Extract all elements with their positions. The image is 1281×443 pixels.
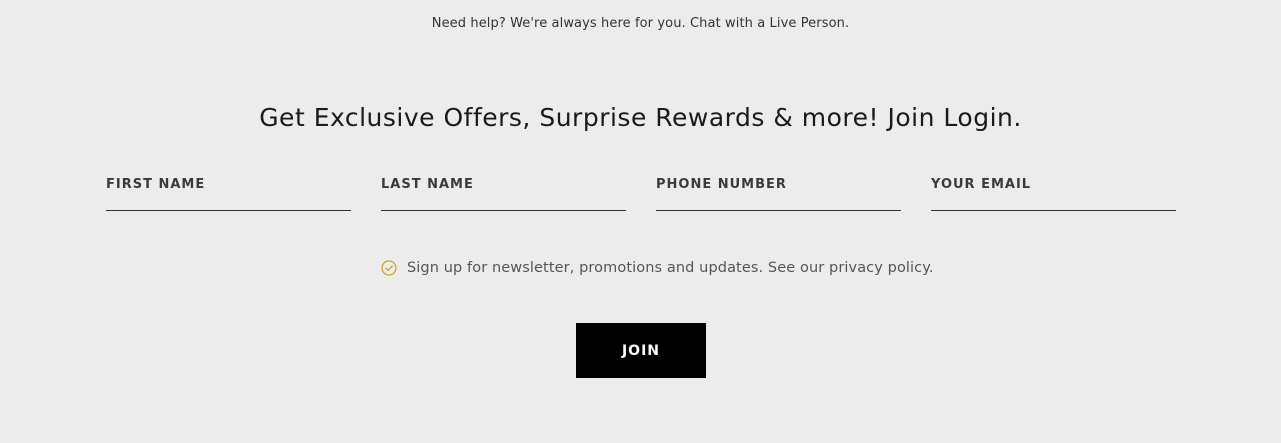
signup-form-fields bbox=[106, 172, 1176, 212]
check-circle-icon[interactable] bbox=[381, 260, 397, 276]
phone-number-field-wrapper bbox=[656, 172, 901, 211]
first-name-field-wrapper bbox=[106, 172, 351, 211]
email-input[interactable] bbox=[931, 172, 1176, 196]
newsletter-consent-label: Sign up for newsletter, promotions and u… bbox=[407, 260, 934, 276]
help-text: Need help? We're always here for you. Ch… bbox=[431, 16, 850, 31]
last-name-field-wrapper bbox=[381, 172, 626, 211]
signup-headline: Get Exclusive Offers, Surprise Rewards &… bbox=[259, 103, 1022, 132]
last-name-input[interactable] bbox=[381, 172, 626, 196]
newsletter-consent: Sign up for newsletter, promotions and u… bbox=[381, 258, 934, 278]
first-name-input[interactable] bbox=[106, 172, 351, 196]
phone-number-input[interactable] bbox=[656, 172, 901, 196]
email-field-wrapper bbox=[931, 172, 1176, 211]
join-button[interactable]: JOIN bbox=[576, 323, 706, 378]
